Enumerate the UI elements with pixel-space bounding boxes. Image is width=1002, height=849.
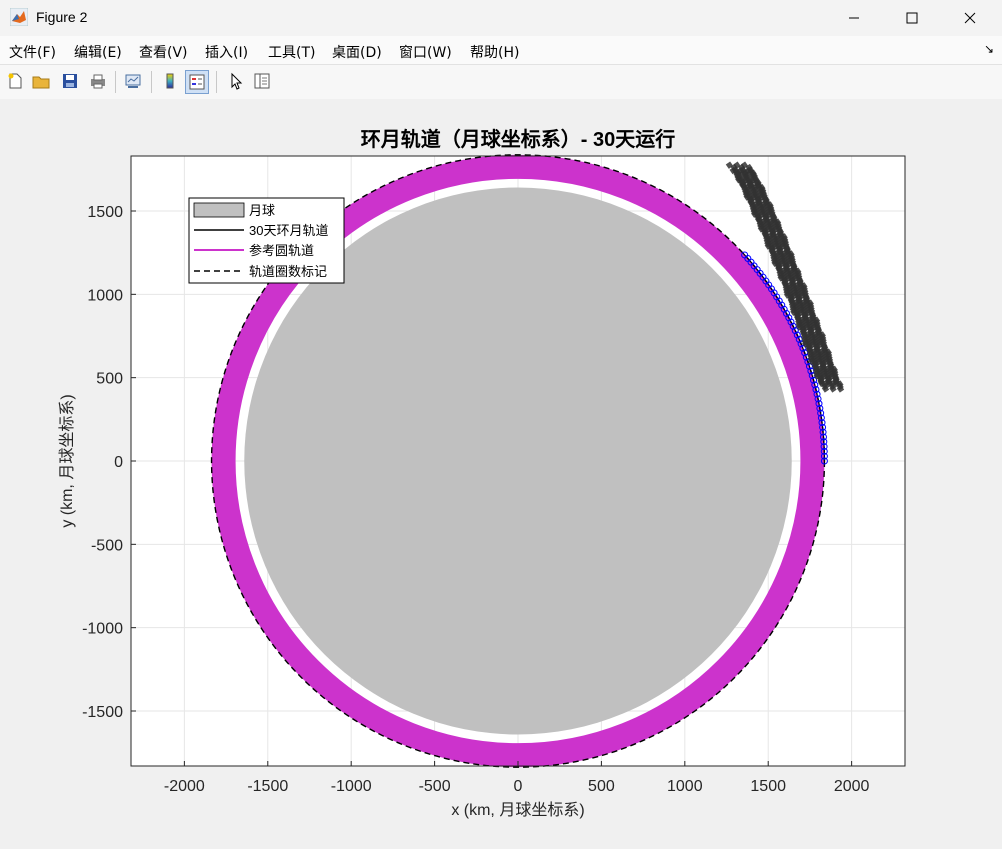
menu-file[interactable]: 文件(F) — [9, 42, 56, 62]
link-plot-icon — [125, 74, 141, 88]
cursor-arrow-icon — [231, 72, 243, 90]
save-icon — [63, 74, 77, 88]
maximize-button[interactable] — [884, 0, 940, 36]
toolbar-separator — [115, 71, 116, 93]
plot-title: 环月轨道（月球坐标系）- 30天运行 — [361, 127, 675, 151]
property-inspector-icon — [254, 73, 270, 89]
x-tick-label: -2000 — [164, 778, 205, 795]
save-button[interactable] — [59, 70, 81, 92]
y-tick-label: -1000 — [82, 621, 123, 638]
y-axis-label: y (km, 月球坐标系) — [58, 394, 76, 527]
menu-edit[interactable]: 编辑(E) — [74, 42, 122, 62]
legend-entry-orbit: 30天环月轨道 — [249, 223, 328, 238]
toolbar-separator — [151, 71, 152, 93]
property-inspector-button[interactable] — [251, 70, 273, 92]
menu-desktop[interactable]: 桌面(D) — [332, 42, 382, 62]
y-tick-label: 1000 — [87, 287, 123, 304]
menu-bar: 文件(F) 编辑(E) 查看(V) 插入(I) 工具(T) 桌面(D) 窗口(W… — [0, 36, 1002, 64]
minimize-button[interactable] — [826, 0, 882, 36]
legend-entry-moon: 月球 — [249, 203, 275, 218]
figure-canvas: ■■ ■■ ■■ ■■ ■■ ■■ ■■ ■■ ■■ ■■ ■■ ■■ ■■ ■■ ■■ ■■ ■■ ■■ ■■ ■■… — [0, 99, 1002, 845]
x-tick-label: -1000 — [331, 778, 372, 795]
menu-insert[interactable]: 插入(I) — [205, 42, 248, 62]
x-tick-label: 500 — [588, 778, 615, 795]
new-figure-button[interactable] — [4, 70, 26, 92]
title-bar: Figure 2 — [0, 0, 1002, 36]
x-tick-label: 1000 — [667, 778, 703, 795]
legend-icon — [189, 74, 205, 90]
link-plot-button[interactable] — [122, 70, 144, 92]
figure-toolbar — [0, 64, 1002, 100]
x-axis-label: x (km, 月球坐标系) — [451, 801, 584, 819]
legend-entry-reference: 参考圆轨道 — [249, 243, 314, 258]
maximize-icon — [906, 12, 918, 24]
x-tick-label: -500 — [419, 778, 451, 795]
open-file-button[interactable] — [30, 70, 52, 92]
y-tick-label: 1500 — [87, 204, 123, 221]
x-tick-label: 1500 — [750, 778, 786, 795]
new-figure-icon — [8, 73, 22, 89]
menu-tools[interactable]: 工具(T) — [268, 42, 315, 62]
colorbar-icon — [166, 73, 174, 89]
y-tick-label: 500 — [96, 371, 123, 388]
y-tick-label: -500 — [91, 537, 123, 554]
print-button[interactable] — [87, 70, 109, 92]
minimize-icon — [849, 17, 859, 19]
insert-legend-button[interactable] — [185, 70, 209, 94]
close-button[interactable] — [942, 0, 998, 36]
y-tick-label: -1500 — [82, 704, 123, 721]
x-tick-label: 2000 — [834, 778, 870, 795]
insert-colorbar-button[interactable] — [159, 70, 181, 92]
edit-plot-button[interactable] — [225, 70, 247, 92]
menu-view[interactable]: 查看(V) — [139, 42, 188, 62]
close-icon — [964, 12, 976, 24]
legend[interactable]: 月球 30天环月轨道 参考圆轨道 轨道圈数标记 — [188, 197, 345, 284]
folder-open-icon — [32, 76, 50, 89]
window-title: Figure 2 — [36, 9, 88, 25]
matlab-logo-icon — [10, 8, 28, 26]
print-icon — [91, 74, 105, 89]
menu-collapse-arrow-icon[interactable]: ↘ — [984, 42, 994, 56]
toolbar-separator — [216, 71, 217, 93]
legend-entry-marker: 轨道圈数标记 — [249, 264, 327, 279]
legend-moon-swatch — [193, 202, 245, 218]
y-tick-label: 0 — [114, 454, 123, 471]
x-tick-label: -1500 — [247, 778, 288, 795]
menu-window[interactable]: 窗口(W) — [399, 42, 452, 62]
plot-svg: ■■■■■■■■■■■■■■■■■■■■■■■■■■■■■■■■■■■■■■■■… — [58, 127, 906, 819]
x-tick-label: 0 — [514, 778, 523, 795]
menu-help[interactable]: 帮助(H) — [470, 42, 519, 62]
